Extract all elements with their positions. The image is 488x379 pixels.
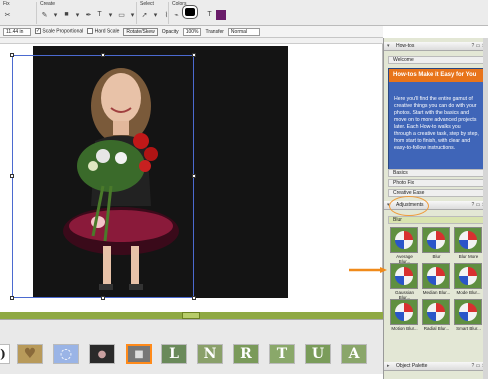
pen-icon[interactable]: ✒ [84,10,93,19]
collapse-tab[interactable] [182,312,200,319]
effect-blur[interactable]: Blur [422,227,451,259]
thumb-letter-l[interactable]: L [161,344,187,364]
basics-label: Basics [393,170,408,176]
howtos-header[interactable]: ▾ How-tos ? ▭ ✕ [384,42,488,51]
filmstrip: ) ♥ ◌ ● ■ L N R T U A [0,319,383,374]
thumb-photo[interactable]: ● [89,344,115,364]
colors-title: Colors [172,1,187,7]
thumb-ring[interactable]: ) [0,344,10,364]
thumb-selected[interactable]: ■ [126,344,152,364]
thumb-letter-r[interactable]: R [233,344,259,364]
expand-arrow-icon[interactable]: ▸ [387,362,390,371]
thumb-letter-u[interactable]: U [305,344,331,364]
effect-label: Blur More [458,254,479,259]
resize-handle[interactable] [101,296,105,300]
resize-handle[interactable] [10,296,14,300]
thumb-letter-n[interactable]: N [197,344,223,364]
effect-label: Smart Blur... [456,326,481,331]
thumb-letter-a[interactable]: A [341,344,367,364]
resize-handle[interactable] [192,174,196,178]
annotation-arrow-icon [349,267,387,273]
lasso-icon[interactable]: ⌇ [162,10,171,19]
panel-scrollbar[interactable] [483,38,488,379]
effect-label: Radial Blur... [423,326,450,331]
scale-proportional-checkbox[interactable]: ✓ Scale Proportional [35,28,84,35]
main-toolbar: Fix ✂ Create ✎ ▾ ■ ▾ ✒ T ▾ ▭ ▾ Select ➚ … [0,0,488,26]
resize-handle[interactable] [192,296,196,300]
collapse-arrow-icon[interactable]: ▾ [387,42,390,51]
width-field[interactable]: 11.44 in [3,27,31,36]
hard-scale-checkbox[interactable]: Hard Scale [87,28,120,35]
opacity-field[interactable]: 100% [182,27,202,36]
opacity-label: Opacity [161,28,179,35]
dropdown-icon[interactable]: ▾ [106,10,115,19]
purple-swatch-icon[interactable] [216,10,226,20]
effect-smart-blur[interactable]: Smart Blur... [454,299,483,331]
welcome-tab-label: Welcome [393,57,414,63]
create-title: Create [40,1,56,7]
effect-radial-blur[interactable]: Radial Blur... [422,299,451,331]
basics-item[interactable]: Basics [388,169,485,177]
scale-proportional-label: Scale Proportional [42,28,84,35]
effect-average-blur[interactable]: Average Blur... [390,227,419,264]
blur-section[interactable]: Blur [388,216,485,224]
colors-group: Colors ⌁ T [172,1,226,20]
effect-median-blur[interactable]: Median Blur... [422,263,451,295]
selection-frame[interactable] [12,55,194,298]
photo-fix-item[interactable]: Photo Fix [388,179,485,187]
crop-icon[interactable]: ✂ [3,10,12,19]
hard-scale-label: Hard Scale [94,28,120,35]
filmstrip-divider[interactable] [0,312,383,319]
rotate-skew-button[interactable]: Rotate/Skew [123,27,158,36]
pointer-icon[interactable]: ➚ [140,10,149,19]
thumb-letter-t[interactable]: T [269,344,295,364]
resize-handle[interactable] [101,53,105,57]
effect-gaussian-blur[interactable]: Gaussian Blur... [390,263,419,300]
dropdown-icon[interactable]: ▾ [151,10,160,19]
thumb-heart[interactable]: ♥ [17,344,43,364]
effect-motion-blur[interactable]: Motion Blur... [390,299,419,331]
photo-fix-label: Photo Fix [393,180,415,186]
effect-label: Motion Blur... [391,326,418,331]
effect-label: Mode Blur... [456,290,481,295]
effect-label: Blur [432,254,441,259]
annotation-circle [389,196,429,216]
top-ruler [0,38,383,44]
select-group: Select ➚ ▾ ⌇ [140,1,171,19]
transfer-label: Transfer [205,28,224,35]
resize-handle[interactable] [10,53,14,57]
fix-title: Fix [3,1,10,7]
text-tool-icon[interactable]: T [95,10,104,19]
text-color-icon[interactable]: T [205,10,214,19]
welcome-tab[interactable]: Welcome [388,56,485,64]
dropdown-icon[interactable]: ▾ [73,10,82,19]
effect-label: Median Blur... [422,290,451,295]
welcome-box: How-tos Make it Easy for You Here you'll… [388,68,485,174]
resize-handle[interactable] [10,174,14,178]
fix-group: Fix ✂ [3,1,12,19]
blur-section-label: Blur [393,217,402,223]
dropdown-icon[interactable]: ▾ [51,10,60,19]
color-swatch-icon[interactable] [182,5,198,19]
welcome-heading: How-tos Make it Easy for You [389,69,484,82]
create-group: Create ✎ ▾ ■ ▾ ✒ T ▾ ▭ ▾ [40,1,137,19]
rectangle-icon[interactable]: ▭ [117,10,126,19]
object-palette-title: Object Palette [396,363,428,369]
resize-handle[interactable] [192,53,196,57]
eyedropper-icon[interactable]: ⌁ [172,10,181,19]
effect-mode-blur[interactable]: Mode Blur... [454,263,483,295]
select-title: Select [140,1,154,7]
thumb-circle[interactable]: ◌ [53,344,79,364]
welcome-body: Here you'll find the entire gamut of cre… [394,96,479,151]
transfer-select[interactable]: Normal [227,27,260,36]
effect-blur-more[interactable]: Blur More [454,227,483,259]
howtos-title: How-tos [396,43,415,49]
object-palette-header[interactable]: ▸ Object Palette ? ▭ ✕ [384,362,488,371]
shape-icon[interactable]: ■ [62,10,71,19]
brush-icon[interactable]: ✎ [40,10,49,19]
options-bar: 11.44 in ✓ Scale Proportional Hard Scale… [0,26,383,38]
